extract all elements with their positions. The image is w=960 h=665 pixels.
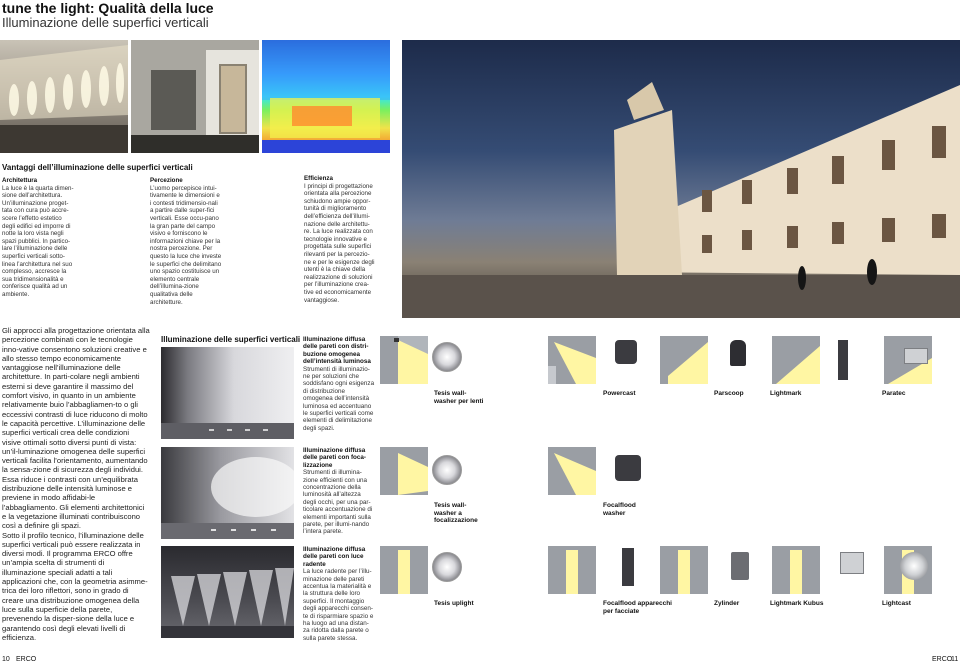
product-label: Lightmark: [770, 390, 802, 397]
floodlight-icon: [615, 455, 641, 481]
diagram-beam: [776, 346, 820, 384]
wall-washer-diagram-icon: [660, 336, 708, 384]
footer-brand-right: ERCO: [932, 656, 953, 663]
efficienza-text: I principi di progettazione orientata al…: [304, 182, 375, 304]
body-text: Gli approcci alla progettazione orientat…: [2, 326, 150, 642]
percezione-heading: Percezione: [150, 177, 183, 184]
row-description-text: Strumenti di illumina-zione efficienti c…: [303, 469, 373, 536]
row-description-heading: Illuminazione diffusa delle pareti con d…: [303, 336, 371, 366]
product-label: Parscoop: [714, 390, 744, 397]
wall-washer-diagram-icon: [548, 546, 596, 594]
photo-building-entrance: [131, 40, 259, 153]
page-title: tune the light: Qualità della luce: [2, 0, 214, 16]
photo-church-facade: [402, 40, 960, 318]
product-label: Powercast: [603, 390, 636, 397]
diagram-beam: [398, 550, 410, 594]
bollard-icon: [730, 340, 746, 366]
architettura-text: La luce è la quarta dimen-sione dell’arc…: [2, 184, 74, 298]
bollard-icon: [622, 548, 634, 586]
row-description-text: Strumenti di illuminazio-ne per soluzion…: [303, 365, 375, 432]
product-label: Tesis wall-washer a focalizzazione: [434, 502, 478, 525]
wall-washer-diagram-icon: [380, 336, 428, 384]
render-uniform-shapes: [161, 423, 294, 439]
diagram-beam: [554, 453, 596, 495]
product-label: Lightcast: [882, 600, 911, 607]
photo-luminance-shapes: [262, 40, 390, 153]
product-label: Focalflood apparecchi per facciate: [603, 600, 672, 615]
diagram-beam: [548, 342, 596, 384]
render-grazing-shapes: [161, 568, 294, 638]
diagram-beam: [398, 453, 428, 495]
product-label: Lightmark Kubus: [770, 600, 824, 607]
diagram-beam: [394, 338, 428, 384]
row-description-heading: Illuminazione diffusa delle pareti con f…: [303, 447, 366, 469]
efficienza-column: Efficienza I principi di progettazione o…: [304, 175, 376, 304]
floodlight-icon: [615, 340, 637, 364]
wall-washer-diagram-icon: [548, 447, 596, 495]
photo-false-color-luminance: [262, 40, 390, 153]
recessed-luminaire-icon: [840, 552, 864, 574]
product-label: Focalflood washer: [603, 502, 636, 517]
row-description: Illuminazione diffusa delle pareti con d…: [303, 336, 375, 432]
recessed-luminaire-icon: [904, 348, 928, 364]
bollard-icon: [838, 340, 848, 380]
percezione-column: Percezione L’uomo percepisce intui-tivam…: [150, 177, 222, 306]
row-description: Illuminazione diffusa delle pareti con f…: [303, 447, 375, 536]
row-description-text: La luce radente per l’illu-minazione del…: [303, 568, 374, 642]
wall-washer-diagram-icon: [772, 546, 820, 594]
row-description: Illuminazione diffusa delle pareti con l…: [303, 546, 375, 642]
page-subtitle: Illuminazione delle superfici verticali: [2, 15, 209, 30]
downlight-icon: [432, 552, 462, 582]
render-uniform-wallwash: [161, 347, 294, 439]
architettura-column: Architettura La luce è la quarta dimen-s…: [2, 177, 74, 299]
page-number-left: 10: [2, 656, 10, 663]
architettura-heading: Architettura: [2, 177, 38, 184]
percezione-text: L’uomo percepisce intui-tivamente le dim…: [150, 184, 222, 306]
photo-illuminated-wall: [0, 40, 128, 153]
photo-entrance-shapes: [131, 40, 259, 153]
wall-washer-diagram-icon: [548, 336, 596, 384]
wall-washer-diagram-icon: [772, 336, 820, 384]
efficienza-heading: Efficienza: [304, 175, 333, 182]
diagram-beam: [678, 550, 690, 594]
row-description-heading: Illuminazione diffusa delle pareti con l…: [303, 546, 366, 568]
wall-washer-diagram-icon: [380, 546, 428, 594]
wall-washer-diagram-icon: [380, 447, 428, 495]
diagram-beam: [566, 550, 578, 594]
photo-wall-lights: [0, 45, 128, 153]
section-heading: Vantaggi dell’illuminazione delle superf…: [2, 163, 193, 172]
footer-brand-left: ERCO: [16, 656, 37, 663]
recessed-luminaire-icon: [900, 552, 928, 580]
cylinder-icon: [731, 552, 749, 580]
photo-facade-shapes: [402, 82, 960, 318]
page-number-right: 11: [951, 656, 959, 663]
product-label: Paratec: [882, 390, 906, 397]
render-focused-shapes: [161, 457, 301, 539]
product-label: Tesis wall-washer per lenti: [434, 390, 484, 405]
product-label: Tesis uplight: [434, 600, 474, 607]
render-focused-wallwash: [161, 447, 301, 539]
downlight-icon: [432, 342, 462, 372]
render-grazing-light: [161, 546, 294, 638]
downlight-icon: [432, 455, 462, 485]
table-heading: Illuminazione delle superfici verticali: [161, 335, 301, 344]
diagram-beam: [790, 550, 802, 594]
diagram-beam: [668, 342, 708, 384]
product-label: Zylinder: [714, 600, 740, 607]
wall-washer-diagram-icon: [660, 546, 708, 594]
